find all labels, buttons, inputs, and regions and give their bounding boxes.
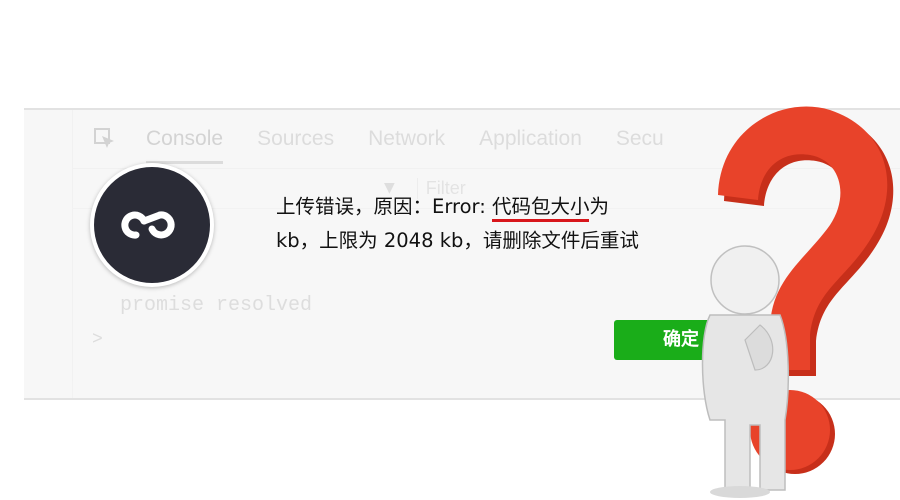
tab-console[interactable]: Console: [146, 127, 224, 164]
error-message-suffix: 为: [589, 195, 609, 218]
tab-network[interactable]: Network: [368, 127, 445, 151]
question-mark-figure: [701, 106, 894, 498]
tab-sources[interactable]: Sources: [257, 127, 334, 151]
tab-application[interactable]: Application: [479, 127, 582, 151]
app-icon: [90, 163, 214, 287]
console-prompt-icon[interactable]: >: [92, 330, 103, 350]
error-message-prefix: 上传错误，原因：Error:: [276, 195, 492, 218]
mini-program-link-icon: [121, 211, 175, 239]
thinking-person-figure: [701, 245, 789, 498]
console-log-line: promise resolved: [120, 294, 313, 317]
error-highlight: 代码包大小: [491, 195, 590, 222]
inspect-cursor-icon[interactable]: [94, 128, 116, 150]
